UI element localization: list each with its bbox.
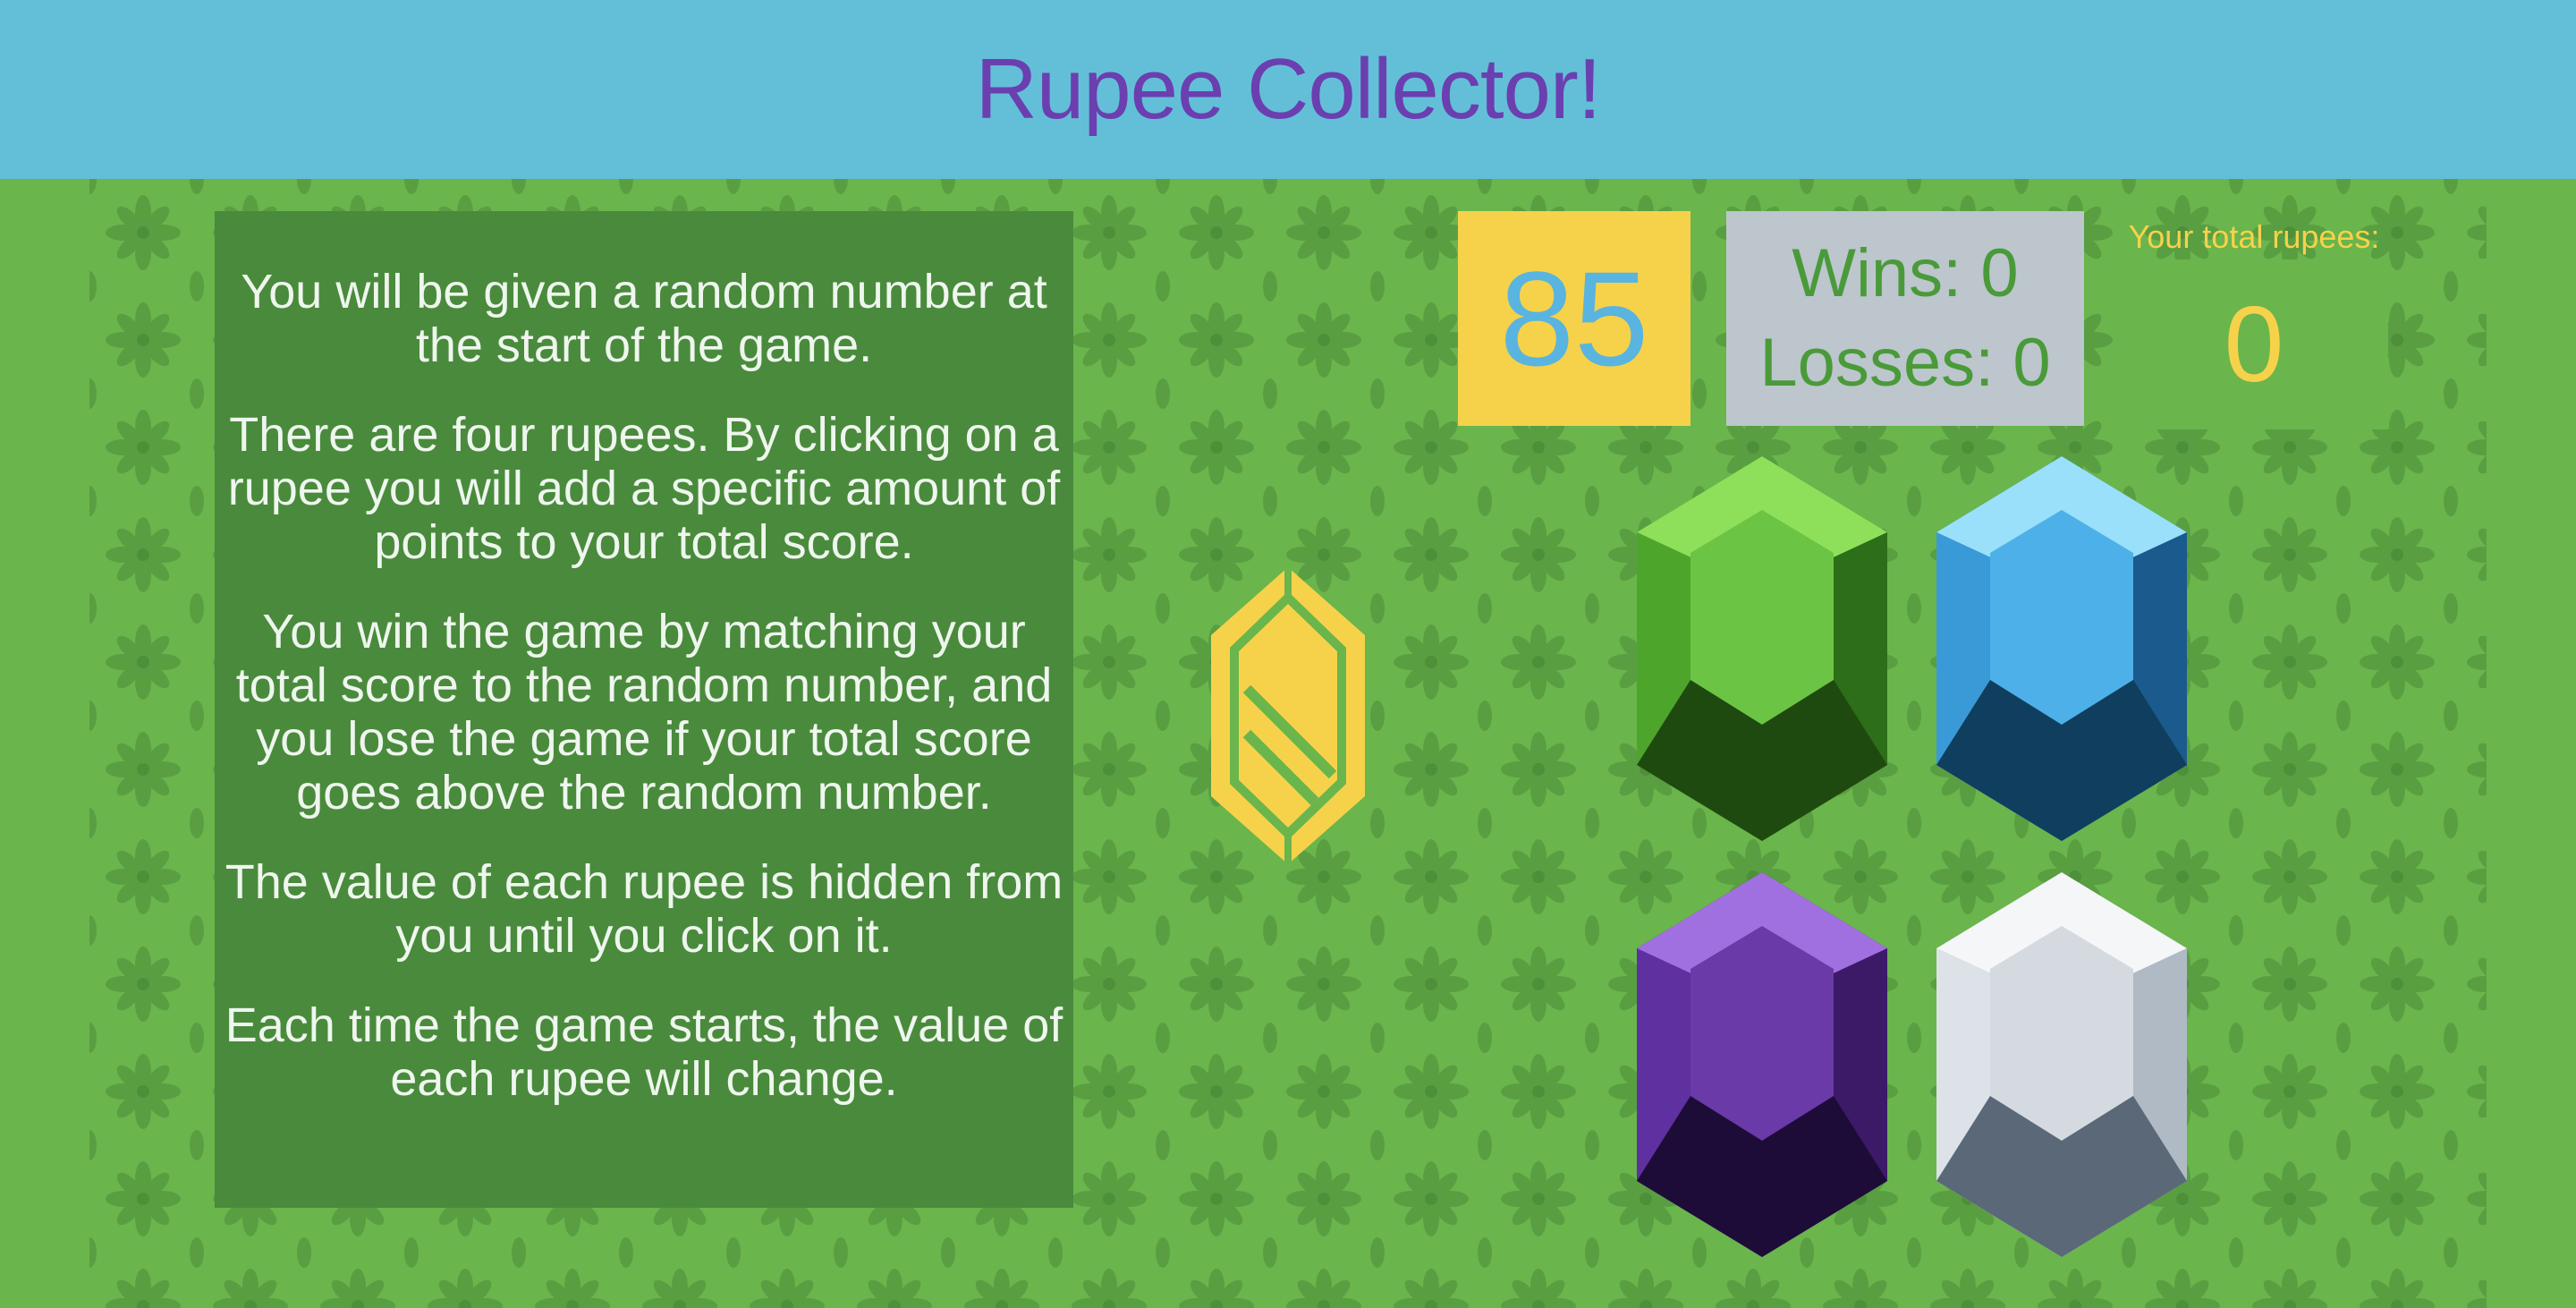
green-rupee-button[interactable] bbox=[1632, 456, 1892, 841]
blue-rupee-button[interactable] bbox=[1932, 456, 2191, 841]
target-number: 85 bbox=[1499, 242, 1649, 394]
page-title: Rupee Collector! bbox=[975, 41, 1601, 137]
total-rupees-label: Your total rupees: bbox=[2128, 218, 2380, 255]
blue-rupee-icon bbox=[1936, 456, 2187, 841]
white-rupee-button[interactable] bbox=[1932, 872, 2191, 1257]
wins-count: Wins: 0 bbox=[1792, 235, 2019, 311]
purple-rupee-button[interactable] bbox=[1632, 872, 1892, 1257]
purple-rupee-icon bbox=[1637, 872, 1887, 1257]
rupee-logo-icon bbox=[1211, 567, 1365, 864]
target-number-box: 85 bbox=[1458, 211, 1690, 426]
total-rupees-value: 0 bbox=[2224, 285, 2284, 404]
instructions-panel: You will be given a random number at the… bbox=[215, 211, 1073, 1208]
instruction-paragraph: You will be given a random number at the… bbox=[241, 265, 1047, 372]
header-bar: Rupee Collector! bbox=[0, 0, 2576, 179]
instruction-paragraph: There are four rupees. By clicking on a … bbox=[227, 408, 1061, 569]
white-rupee-icon bbox=[1936, 872, 2187, 1257]
instruction-paragraph: You win the game by matching your total … bbox=[235, 605, 1053, 820]
green-rupee-icon bbox=[1637, 456, 1887, 841]
instruction-paragraph: The value of each rupee is hidden from y… bbox=[225, 855, 1063, 963]
losses-count: Losses: 0 bbox=[1759, 325, 2051, 401]
total-rupees-box: 0 bbox=[2120, 259, 2388, 429]
instruction-paragraph: Each time the game starts, the value of … bbox=[225, 998, 1063, 1106]
win-loss-box: Wins: 0 Losses: 0 bbox=[1726, 211, 2084, 426]
